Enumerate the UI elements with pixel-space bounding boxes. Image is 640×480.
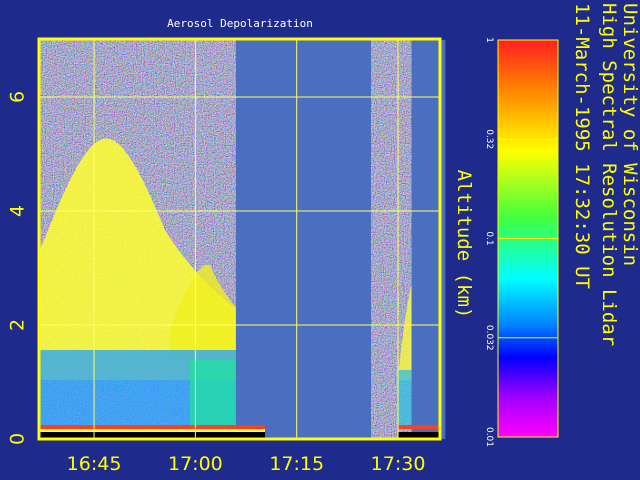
plot-area <box>37 37 446 441</box>
x-axis-ticks: 16:45 17:00 17:15 17:30 <box>67 453 426 475</box>
x-tick-label: 17:00 <box>168 453 223 475</box>
surface-yellow-stripe <box>40 429 265 432</box>
y-tick-label: 4 <box>7 205 29 217</box>
y-tick-label: 0 <box>7 433 29 445</box>
x-tick-label: 17:30 <box>371 453 426 475</box>
colorbar-tick-label: 0.032 <box>484 325 494 351</box>
colorbar-tick-label: 0.1 <box>484 231 494 245</box>
lidar-figure: Aerosol Depolarization 0 2 4 6 16:45 17:00 17… <box>7 3 640 475</box>
x-tick-label: 16:45 <box>67 453 122 475</box>
data-gaps <box>235 40 446 439</box>
data-gap-0 <box>235 40 372 439</box>
side-title-line: High Spectral Resolution Lidar <box>598 3 620 346</box>
y-axis-ticks: 0 2 4 6 <box>7 91 29 445</box>
side-title-line: University of Wisconsin <box>619 3 640 266</box>
side-title: University of WisconsinHigh Spectral Res… <box>571 3 640 346</box>
y-axis-label: Altitude (km) <box>453 170 475 319</box>
side-title-line: 11-March-1995 17:32:30 UT <box>571 3 593 289</box>
colorbar-tick-label: 1 <box>484 37 494 43</box>
colorbar-tick-label: 0.32 <box>484 129 494 149</box>
y-tick-label: 6 <box>7 91 29 103</box>
x-tick-label: 17:15 <box>269 453 324 475</box>
colorbar: 1 0.32 0.1 0.032 0.01 <box>484 37 559 447</box>
y-tick-label: 2 <box>7 319 29 331</box>
chart-title: Aerosol Depolarization <box>167 17 313 30</box>
colorbar-tick-label: 0.01 <box>484 427 494 447</box>
surface-red-stripe-right <box>398 425 440 429</box>
surface-red-stripe <box>40 425 265 429</box>
